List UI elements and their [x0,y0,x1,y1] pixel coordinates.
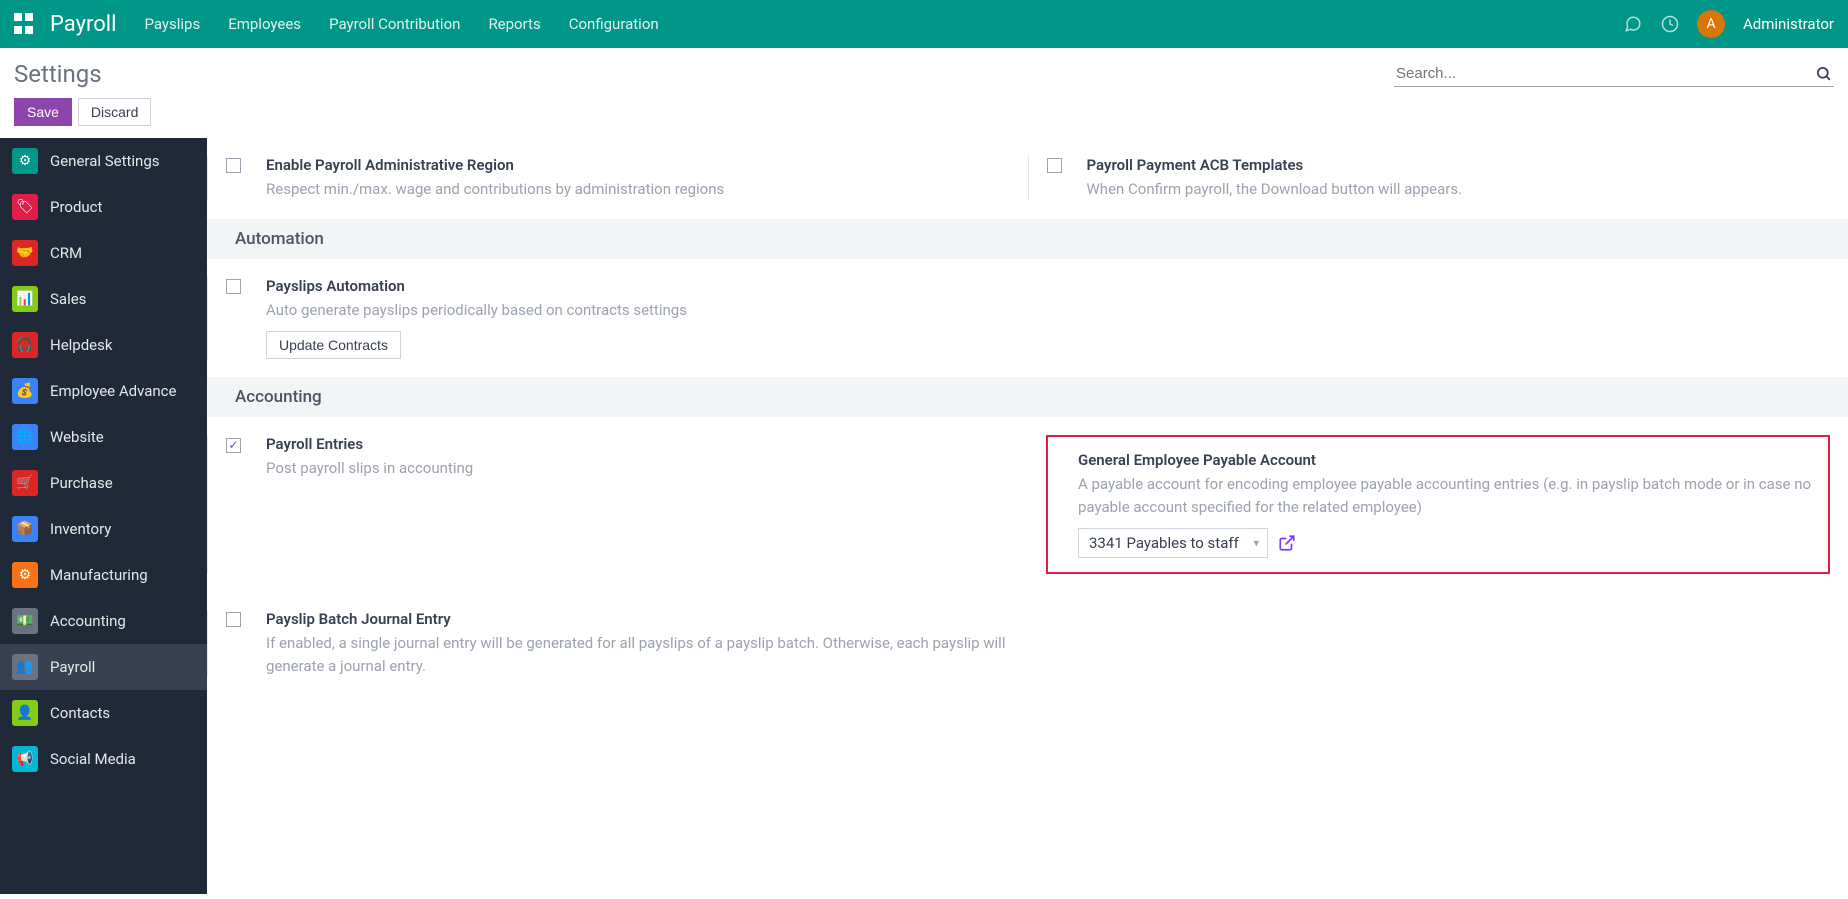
opt-title: Enable Payroll Administrative Region [266,156,1010,174]
opt-desc: Respect min./max. wage and contributions… [266,178,1010,201]
section-heading-automation: Automation [207,219,1848,259]
subheader: Settings [0,48,1848,88]
sidebar-item-sales[interactable]: 📊 Sales [0,276,207,322]
settings-content: Enable Payroll Administrative Region Res… [207,138,1848,894]
search-field[interactable] [1394,61,1834,87]
highlight-payable-account: General Employee Payable Account A payab… [1046,435,1830,574]
clock-icon[interactable] [1661,15,1679,33]
sidebar-icon: 🏷 [12,194,38,220]
sidebar-icon: 🤝 [12,240,38,266]
external-link-icon[interactable] [1278,534,1296,552]
opt-title: General Employee Payable Account [1078,451,1814,469]
opt-title: Payslips Automation [266,277,1010,295]
sidebar-item-label: Website [50,428,104,446]
discard-button[interactable]: Discard [78,98,151,126]
sidebar-item-crm[interactable]: 🤝 CRM [0,230,207,276]
messages-icon[interactable] [1623,15,1643,33]
sidebar-item-employee-advance[interactable]: 💰 Employee Advance [0,368,207,414]
opt-desc: If enabled, a single journal entry will … [266,632,1010,677]
sidebar-icon: 💰 [12,378,38,404]
sidebar-item-label: CRM [50,244,82,262]
top-nav: Payslips Employees Payroll Contribution … [144,15,658,33]
opt-desc: A payable account for encoding employee … [1078,473,1814,518]
sidebar-item-label: Sales [50,290,86,308]
nav-payslips[interactable]: Payslips [144,15,200,33]
sidebar-item-social-media[interactable]: 📢 Social Media [0,736,207,782]
sidebar-item-label: Purchase [50,474,113,492]
sidebar-icon: 👤 [12,700,38,726]
sidebar-icon: 🌐 [12,424,38,450]
section-heading-accounting: Accounting [207,377,1848,417]
sidebar-icon: 💵 [12,608,38,634]
opt-desc: Post payroll slips in accounting [266,457,1010,480]
sidebar-icon: 👥 [12,654,38,680]
checkbox-payslips-automation[interactable] [226,279,241,294]
sidebar-icon: ⚙ [12,562,38,588]
page-title: Settings [14,60,102,88]
app-brand[interactable]: Payroll [50,12,116,37]
opt-desc: Auto generate payslips periodically base… [266,299,1010,322]
sidebar-icon: 📢 [12,746,38,772]
save-button[interactable]: Save [14,98,72,126]
sidebar-item-inventory[interactable]: 📦 Inventory [0,506,207,552]
checkbox-acb-templates[interactable] [1047,158,1062,173]
sidebar-item-payroll[interactable]: 👥 Payroll [0,644,207,690]
opt-title: Payroll Entries [266,435,1010,453]
sidebar-item-product[interactable]: 🏷 Product [0,184,207,230]
sidebar-icon: ⚙ [12,148,38,174]
sidebar-item-label: Accounting [50,612,126,630]
nav-configuration[interactable]: Configuration [569,15,659,33]
sidebar-item-accounting[interactable]: 💵 Accounting [0,598,207,644]
payable-account-select[interactable]: 3341 Payables to staff [1078,528,1268,558]
checkbox-payroll-entries[interactable] [226,438,241,453]
sidebar-item-label: Contacts [50,704,110,722]
sidebar-icon: 🛒 [12,470,38,496]
sidebar-item-helpdesk[interactable]: 🎧 Helpdesk [0,322,207,368]
sidebar-item-label: Payroll [50,658,95,676]
apps-launcher-icon[interactable] [14,13,36,35]
sidebar-item-general-settings[interactable]: ⚙ General Settings [0,138,207,184]
checkbox-batch-journal[interactable] [226,612,241,627]
checkbox-admin-region[interactable] [226,158,241,173]
nav-reports[interactable]: Reports [488,15,540,33]
sidebar-item-contacts[interactable]: 👤 Contacts [0,690,207,736]
sidebar-item-label: Product [50,198,102,216]
sidebar-icon: 📊 [12,286,38,312]
sidebar-item-label: Inventory [50,520,111,538]
nav-payroll-contribution[interactable]: Payroll Contribution [329,15,460,33]
nav-employees[interactable]: Employees [228,15,301,33]
opt-title: Payslip Batch Journal Entry [266,610,1010,628]
action-bar: Save Discard [0,88,1848,138]
sidebar-item-label: Social Media [50,750,136,768]
opt-title: Payroll Payment ACB Templates [1087,156,1831,174]
opt-desc: When Confirm payroll, the Download butto… [1087,178,1831,201]
search-input[interactable] [1396,65,1815,82]
sidebar-item-purchase[interactable]: 🛒 Purchase [0,460,207,506]
sidebar-item-label: General Settings [50,152,160,170]
avatar[interactable]: A [1697,10,1725,38]
sidebar-item-label: Employee Advance [50,382,176,400]
sidebar-item-label: Manufacturing [50,566,148,584]
search-icon[interactable] [1815,65,1832,82]
topbar-right: A Administrator [1623,10,1834,38]
sidebar-icon: 🎧 [12,332,38,358]
sidebar-item-website[interactable]: 🌐 Website [0,414,207,460]
sidebar-icon: 📦 [12,516,38,542]
topbar: Payroll Payslips Employees Payroll Contr… [0,0,1848,48]
settings-sidebar: ⚙ General Settings 🏷 Product 🤝 CRM 📊 Sales 🎧 Help… [0,138,207,894]
sidebar-item-label: Helpdesk [50,336,112,354]
username-label[interactable]: Administrator [1743,15,1834,33]
update-contracts-button[interactable]: Update Contracts [266,331,401,359]
sidebar-item-manufacturing[interactable]: ⚙ Manufacturing [0,552,207,598]
